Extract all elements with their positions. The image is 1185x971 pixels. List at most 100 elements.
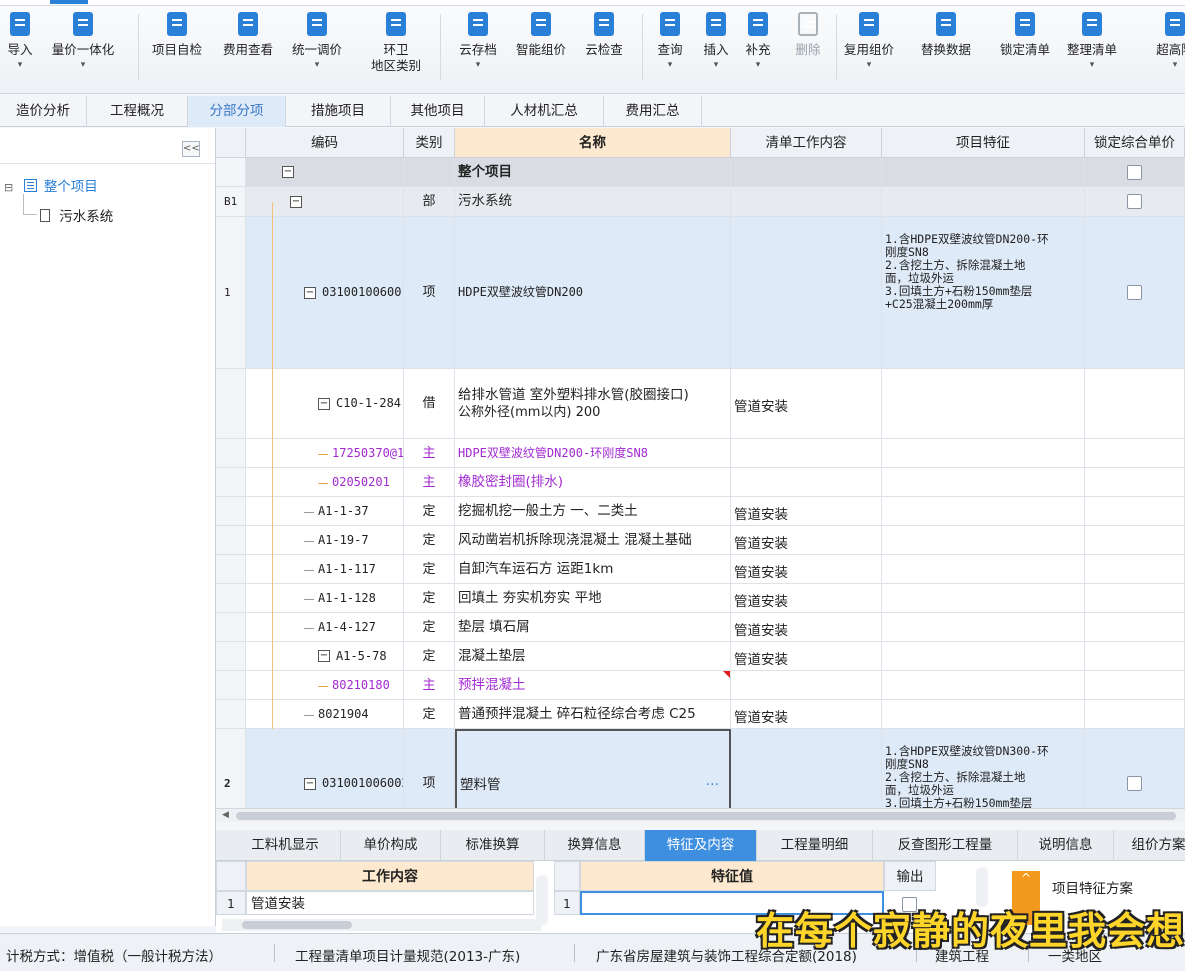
category-cell[interactable] [404, 158, 455, 187]
work-content-cell[interactable]: 管道安装 [731, 526, 882, 555]
btab-conversion-info[interactable]: 换算信息 [545, 830, 645, 861]
item-feature-cell[interactable] [882, 613, 1085, 642]
name-cell[interactable]: 污水系统 [455, 187, 731, 217]
name-cell[interactable]: 塑料管 ··· [455, 729, 731, 808]
category-cell[interactable]: 定 [404, 555, 455, 584]
work-content-cell[interactable] [731, 439, 882, 468]
name-cell[interactable]: 垫层 填石屑 [455, 613, 731, 642]
work-content-cell[interactable]: 管道安装 [731, 497, 882, 526]
output-header[interactable]: 输出 [884, 861, 936, 891]
item-feature-cell[interactable] [882, 497, 1085, 526]
code-cell[interactable]: − [246, 187, 404, 217]
code-cell[interactable]: −031001006001 [246, 217, 404, 369]
item-feature-cell[interactable] [882, 700, 1085, 729]
code-cell[interactable]: 80210180 [246, 671, 404, 700]
lock-price-cell[interactable] [1085, 700, 1185, 729]
item-feature-cell[interactable] [882, 158, 1085, 187]
dropdown-arrow-icon[interactable]: ▾ [1052, 60, 1132, 70]
code-cell[interactable]: A1-4-127 [246, 613, 404, 642]
lock-price-checkbox[interactable] [1127, 164, 1142, 180]
code-cell[interactable]: A1-1-37 [246, 497, 404, 526]
code-cell[interactable]: A1-1-117 [246, 555, 404, 584]
category-cell[interactable]: 定 [404, 642, 455, 671]
tab-measures[interactable]: 措施项目 [286, 96, 391, 127]
name-cell[interactable]: 整个项目 [455, 158, 731, 187]
work-content-cell[interactable]: 管道安装 [731, 369, 882, 439]
category-cell[interactable]: 定 [404, 700, 455, 729]
header-item-features[interactable]: 项目特征 [882, 128, 1085, 158]
tab-cost-summary[interactable]: 费用汇总 [604, 96, 702, 127]
tab-other-items[interactable]: 其他项目 [391, 96, 485, 127]
btab-description[interactable]: 说明信息 [1018, 830, 1114, 861]
header-code[interactable]: 编码 [246, 128, 404, 158]
toolbar-button-6[interactable]: 环卫 地区类别 [356, 12, 436, 92]
code-cell[interactable]: − C10-1-284 [246, 369, 404, 439]
code-cell[interactable]: − [246, 158, 404, 187]
work-content-header[interactable]: 工作内容 [246, 861, 534, 891]
dropdown-arrow-icon[interactable]: ▾ [43, 60, 123, 70]
work-content-cell[interactable]: 管道安装 [246, 891, 534, 915]
lock-price-cell[interactable] [1085, 217, 1185, 369]
btab-reverse-lookup[interactable]: 反查图形工程量 [873, 830, 1018, 861]
code-cell[interactable]: A1-19-7 [246, 526, 404, 555]
work-content-cell[interactable] [731, 671, 882, 700]
lock-price-cell[interactable] [1085, 584, 1185, 613]
dropdown-arrow-icon[interactable]: ▾ [829, 60, 909, 70]
grid-horizontal-scrollbar[interactable]: ◀ [216, 808, 1185, 822]
lock-price-checkbox[interactable] [1127, 776, 1142, 791]
header-work-content[interactable]: 清单工作内容 [731, 128, 882, 158]
toolbar-button-17[interactable]: 整理清单 ▾ [1052, 12, 1132, 92]
header-name[interactable]: 名称 [455, 128, 731, 158]
work-content-cell[interactable]: 管道安装 [731, 555, 882, 584]
item-feature-cell[interactable] [882, 369, 1085, 439]
lock-price-cell[interactable] [1085, 158, 1185, 187]
work-content-cell[interactable] [731, 729, 882, 808]
work-content-cell[interactable]: 管道安装 [731, 584, 882, 613]
code-cell[interactable]: 02050201 [246, 468, 404, 497]
lock-price-cell[interactable] [1085, 497, 1185, 526]
collapse-toggle-icon[interactable]: − [304, 286, 316, 299]
work-vertical-scrollbar[interactable] [536, 875, 548, 925]
name-cell[interactable]: 自卸汽车运石方 运距1km [455, 555, 731, 584]
lock-price-cell[interactable] [1085, 555, 1185, 584]
lock-price-cell[interactable] [1085, 613, 1185, 642]
category-cell[interactable]: 主 [404, 439, 455, 468]
feature-value-header[interactable]: 特征值 [580, 861, 884, 891]
work-content-cell[interactable] [731, 217, 882, 369]
category-cell[interactable]: 定 [404, 497, 455, 526]
tab-sub-items[interactable]: 分部分项 [188, 96, 286, 127]
lock-price-cell[interactable] [1085, 642, 1185, 671]
toolbar-button-3[interactable]: 项目自检 [137, 12, 217, 92]
category-cell[interactable]: 定 [404, 584, 455, 613]
scroll-left-arrow[interactable]: ◀ [222, 810, 229, 820]
btab-features-content[interactable]: 特征及内容 [645, 830, 757, 861]
item-feature-cell[interactable] [882, 187, 1085, 217]
lock-price-cell[interactable] [1085, 526, 1185, 555]
name-cell[interactable]: 给排水管道 室外塑料排水管(胶圈接口) 公称外径(mm以内) 200 [455, 369, 731, 439]
tab-project-overview[interactable]: 工程概况 [87, 96, 188, 127]
work-content-cell[interactable] [731, 468, 882, 497]
tab-cost-analysis[interactable]: 造价分析 [0, 96, 87, 127]
toolbar-button-5[interactable]: 统一调价 ▾ [277, 12, 357, 92]
item-feature-cell[interactable] [882, 439, 1085, 468]
collapse-toggle-icon[interactable]: − [318, 650, 330, 662]
toolbar-button-15[interactable]: 替换数据 [906, 12, 986, 92]
btab-labor-material[interactable]: 工料机显示 [230, 830, 341, 861]
category-cell[interactable]: 借 [404, 369, 455, 439]
btab-pricing-plan[interactable]: 组价方案 [1114, 830, 1185, 861]
work-content-cell[interactable]: 管道安装 [731, 642, 882, 671]
category-cell[interactable]: 项 [404, 729, 455, 808]
tree-node-sewage[interactable]: 污水系统 [40, 205, 113, 225]
header-lock-price[interactable]: 锁定综合单价 [1085, 128, 1185, 158]
code-cell[interactable]: − A1-5-78 [246, 642, 404, 671]
tree-expander-icon[interactable]: ⊟ [4, 181, 13, 194]
item-feature-cell[interactable] [882, 468, 1085, 497]
code-cell[interactable]: A1-1-128 [246, 584, 404, 613]
dropdown-arrow-icon[interactable]: ▾ [277, 60, 357, 70]
tree-node-root[interactable]: ⊟ 整个项目 [4, 175, 98, 195]
toolbar-button-18[interactable]: 超高降 ▾ [1135, 12, 1185, 92]
name-cell[interactable]: 橡胶密封圈(排水) [455, 468, 731, 497]
work-content-cell[interactable] [731, 158, 882, 187]
toolbar-button-14[interactable]: 复用组价 ▾ [829, 12, 909, 92]
category-cell[interactable]: 主 [404, 671, 455, 700]
